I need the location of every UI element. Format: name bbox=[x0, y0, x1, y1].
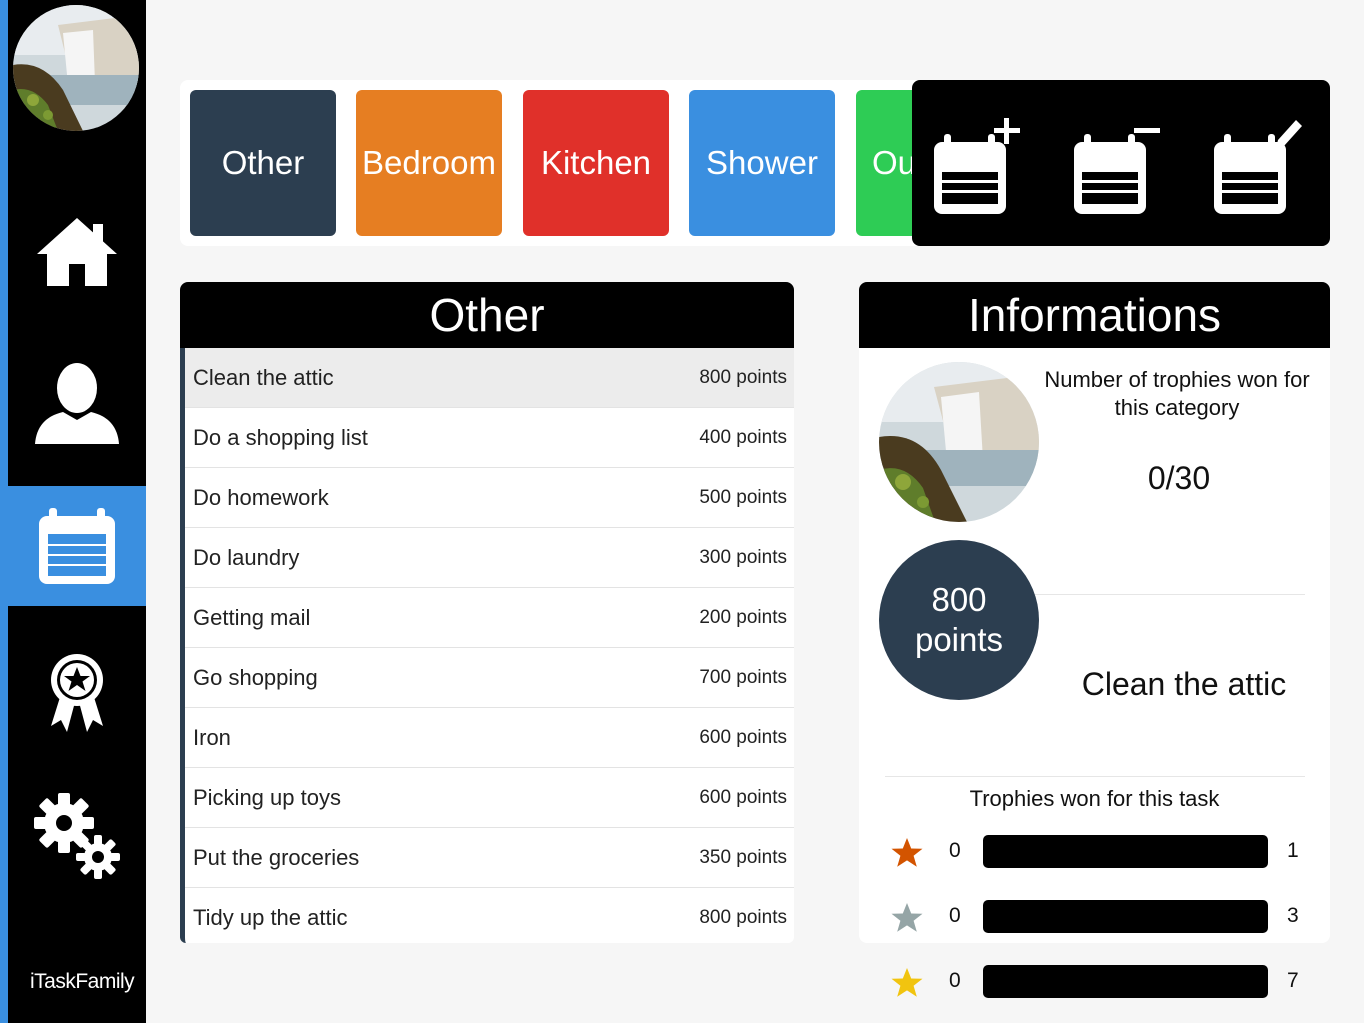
trophy-row-gold: 0 7 bbox=[889, 965, 1309, 999]
task-name: Picking up toys bbox=[193, 784, 341, 810]
category-photo bbox=[879, 362, 1039, 522]
category-bar: Other Bedroom Kitchen Shower Outside bbox=[180, 80, 940, 246]
trophy-progress-bar bbox=[983, 835, 1268, 868]
trophy-current: 0 bbox=[949, 839, 961, 862]
category-bedroom[interactable]: Bedroom bbox=[356, 90, 502, 236]
task-row[interactable]: Do homework 500 points bbox=[185, 468, 794, 528]
task-row[interactable]: Picking up toys 600 points bbox=[185, 768, 794, 828]
points-unit: points bbox=[914, 621, 1004, 658]
trophy-row-silver: 0 3 bbox=[889, 900, 1309, 934]
task-name: Do a shopping list bbox=[193, 424, 368, 450]
info-body: Number of trophies won for this category… bbox=[859, 348, 1330, 998]
points-badge: 800 points bbox=[879, 540, 1039, 700]
category-other[interactable]: Other bbox=[190, 90, 336, 236]
remove-task-button[interactable] bbox=[1070, 114, 1162, 214]
trophy-progress-bar bbox=[983, 900, 1268, 933]
calendar-remove-icon bbox=[1074, 128, 1160, 214]
category-trophies-label: Number of trophies won for this category bbox=[1044, 367, 1310, 420]
task-points: 600 points bbox=[699, 786, 787, 808]
task-points: 300 points bbox=[699, 546, 787, 568]
nav-profile[interactable] bbox=[8, 342, 146, 462]
task-row[interactable]: Go shopping 700 points bbox=[185, 648, 794, 708]
award-ribbon-icon bbox=[51, 654, 103, 732]
gold-star-icon bbox=[891, 968, 923, 997]
task-row[interactable]: Do a shopping list 400 points bbox=[185, 408, 794, 468]
task-name: Do homework bbox=[193, 484, 329, 510]
task-name: Do laundry bbox=[193, 544, 300, 570]
silver-star-icon bbox=[891, 903, 923, 932]
task-points: 800 points bbox=[699, 906, 787, 928]
task-toolbar bbox=[912, 80, 1330, 246]
category-kitchen[interactable]: Kitchen bbox=[523, 90, 669, 236]
user-icon bbox=[35, 363, 119, 444]
nav-tasks[interactable] bbox=[8, 486, 146, 606]
task-points: 350 points bbox=[699, 846, 787, 868]
task-list: Clean the attic 800 points Do a shopping … bbox=[180, 348, 794, 943]
points-value: 800 bbox=[931, 581, 987, 618]
bronze-star-icon bbox=[891, 838, 923, 867]
category-trophies-count: 0/30 bbox=[1147, 460, 1211, 496]
task-name: Go shopping bbox=[193, 664, 318, 690]
sidebar: iTaskFamily bbox=[0, 0, 146, 1023]
task-name: Tidy up the attic bbox=[193, 904, 348, 930]
trophy-row-bronze: 0 1 bbox=[889, 835, 1309, 869]
task-name: Clean the attic bbox=[193, 364, 334, 390]
trophy-current: 0 bbox=[949, 904, 961, 927]
task-row[interactable]: Clean the attic 800 points bbox=[185, 348, 794, 408]
selected-task-name: Clean the attic bbox=[1081, 666, 1287, 702]
task-row[interactable]: Iron 600 points bbox=[185, 708, 794, 768]
task-points: 400 points bbox=[699, 426, 787, 448]
trophy-goal: 1 bbox=[1287, 839, 1299, 862]
calendar-add-icon bbox=[934, 118, 1020, 214]
task-name: Getting mail bbox=[193, 604, 311, 630]
calendar-icon bbox=[39, 508, 115, 584]
trophy-goal: 3 bbox=[1287, 904, 1299, 927]
add-task-button[interactable] bbox=[930, 114, 1022, 214]
trophy-current: 0 bbox=[949, 969, 961, 992]
task-row[interactable]: Getting mail 200 points bbox=[185, 588, 794, 648]
nav-trophies[interactable] bbox=[8, 632, 146, 752]
avatar[interactable] bbox=[13, 5, 139, 131]
task-points: 500 points bbox=[699, 486, 787, 508]
trophy-goal: 7 bbox=[1287, 969, 1299, 992]
edit-task-button[interactable] bbox=[1210, 114, 1302, 214]
nav-settings[interactable] bbox=[8, 776, 146, 896]
task-row[interactable]: Do laundry 300 points bbox=[185, 528, 794, 588]
divider bbox=[885, 776, 1305, 777]
trophy-progress-bar bbox=[983, 965, 1268, 998]
task-row[interactable]: Tidy up the attic 800 points bbox=[185, 888, 794, 943]
task-panel-title: Other bbox=[180, 282, 794, 348]
nav-home[interactable] bbox=[8, 192, 146, 312]
task-row[interactable]: Put the groceries 350 points bbox=[185, 828, 794, 888]
home-icon bbox=[37, 218, 117, 286]
task-name: Iron bbox=[193, 724, 231, 750]
info-panel-title: Informations bbox=[859, 282, 1330, 348]
trophies-title: Trophies won for this task bbox=[969, 786, 1220, 811]
task-panel: Other Clean the attic 800 points Do a sho… bbox=[180, 282, 794, 943]
info-panel: Informations Number of trophies won for … bbox=[859, 282, 1330, 998]
category-shower[interactable]: Shower bbox=[689, 90, 835, 236]
calendar-edit-icon bbox=[1214, 120, 1302, 214]
task-points: 800 points bbox=[699, 366, 787, 388]
task-points: 600 points bbox=[699, 726, 787, 748]
app-brand: iTaskFamily bbox=[30, 970, 135, 993]
task-points: 700 points bbox=[699, 666, 787, 688]
task-points: 200 points bbox=[699, 606, 787, 628]
task-name: Put the groceries bbox=[193, 844, 360, 870]
gears-icon bbox=[34, 793, 120, 879]
